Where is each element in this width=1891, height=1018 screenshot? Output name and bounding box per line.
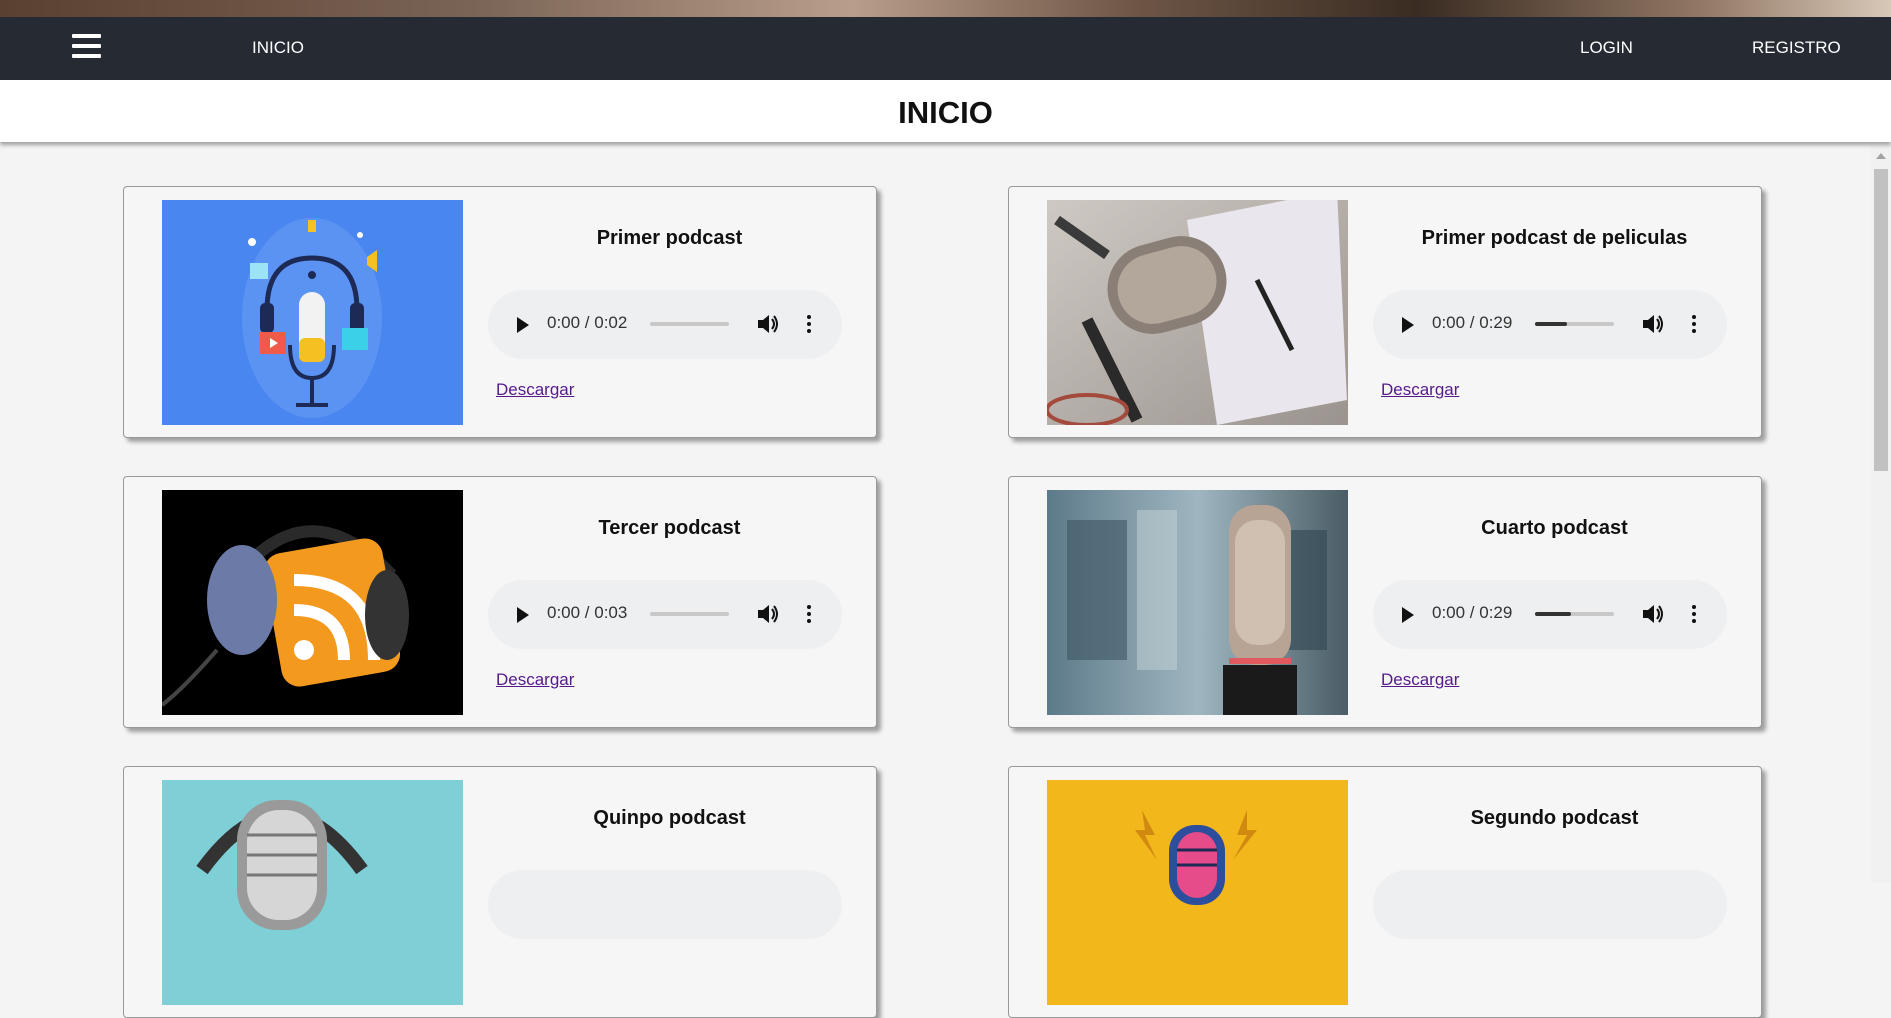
audio-time: 0:00 / 0:02 xyxy=(547,313,628,332)
page-title: INICIO xyxy=(898,95,993,130)
download-link[interactable]: Descargar xyxy=(496,670,574,690)
podcast-title: Primer podcast xyxy=(596,227,743,249)
podcast-cover-image xyxy=(162,780,463,1005)
audio-player[interactable]: 0:00 / 0:03 xyxy=(488,580,842,649)
audio-player[interactable]: 0:00 / 0:02 xyxy=(488,290,842,359)
audio-player[interactable]: 0:00 / 0:29 xyxy=(1373,290,1727,359)
podcast-title: Primer podcast de peliculas xyxy=(1421,227,1688,249)
podcast-cover-image xyxy=(162,200,463,425)
podcast-card: Primer podcast 0:00 / 0:02 Descargar xyxy=(123,186,877,438)
podcast-card: Tercer podcast 0:00 / 0:03 Descargar xyxy=(123,476,877,728)
download-link[interactable]: Descargar xyxy=(496,380,574,400)
play-icon[interactable] xyxy=(517,607,529,623)
podcast-title: Tercer podcast xyxy=(598,517,741,539)
hamburger-menu-icon[interactable] xyxy=(72,34,101,62)
podcast-card: Segundo podcast xyxy=(1008,766,1762,1018)
audio-progress-bar[interactable] xyxy=(1535,612,1614,616)
audio-time: 0:00 / 0:03 xyxy=(547,603,628,622)
vertical-scrollbar[interactable] xyxy=(1871,145,1891,883)
more-options-icon[interactable] xyxy=(807,315,811,335)
hero-background-strip xyxy=(0,0,1891,17)
play-icon[interactable] xyxy=(1402,317,1414,333)
play-icon[interactable] xyxy=(1402,607,1414,623)
volume-icon[interactable] xyxy=(758,314,780,334)
podcast-cover-image xyxy=(1047,490,1348,715)
audio-player[interactable]: 0:00 / 0:29 xyxy=(1373,580,1727,649)
audio-progress-bar[interactable] xyxy=(1535,322,1614,326)
volume-icon[interactable] xyxy=(1643,604,1665,624)
audio-time: 0:00 / 0:29 xyxy=(1432,313,1513,332)
podcast-title: Cuarto podcast xyxy=(1481,517,1628,539)
podcast-cover-image xyxy=(1047,200,1348,425)
podcast-title: Segundo podcast xyxy=(1470,807,1639,829)
nav-link-registro[interactable]: REGISTRO xyxy=(1752,38,1841,58)
audio-progress-bar[interactable] xyxy=(650,322,729,326)
audio-time: 0:00 / 0:29 xyxy=(1432,603,1513,622)
scrollbar-thumb[interactable] xyxy=(1874,169,1888,471)
podcast-cover-image xyxy=(1047,780,1348,1005)
page-header: INICIO xyxy=(0,80,1891,142)
audio-progress-bar[interactable] xyxy=(650,612,729,616)
more-options-icon[interactable] xyxy=(1692,315,1696,335)
volume-icon[interactable] xyxy=(1643,314,1665,334)
podcast-card: Quinpo podcast xyxy=(123,766,877,1018)
top-navbar: INICIO LOGIN REGISTRO xyxy=(0,17,1891,80)
download-link[interactable]: Descargar xyxy=(1381,670,1459,690)
nav-link-login[interactable]: LOGIN xyxy=(1580,38,1633,58)
audio-player[interactable] xyxy=(1373,870,1727,939)
podcast-cover-image xyxy=(162,490,463,715)
podcast-card: Cuarto podcast 0:00 / 0:29 Descargar xyxy=(1008,476,1762,728)
audio-player[interactable] xyxy=(488,870,842,939)
more-options-icon[interactable] xyxy=(807,605,811,625)
podcast-title: Quinpo podcast xyxy=(593,807,746,829)
play-icon[interactable] xyxy=(517,317,529,333)
podcast-card: Primer podcast de peliculas 0:00 / 0:29 … xyxy=(1008,186,1762,438)
download-link[interactable]: Descargar xyxy=(1381,380,1459,400)
scroll-up-arrow-icon[interactable] xyxy=(1876,153,1886,159)
nav-link-inicio[interactable]: INICIO xyxy=(252,38,304,58)
more-options-icon[interactable] xyxy=(1692,605,1696,625)
volume-icon[interactable] xyxy=(758,604,780,624)
